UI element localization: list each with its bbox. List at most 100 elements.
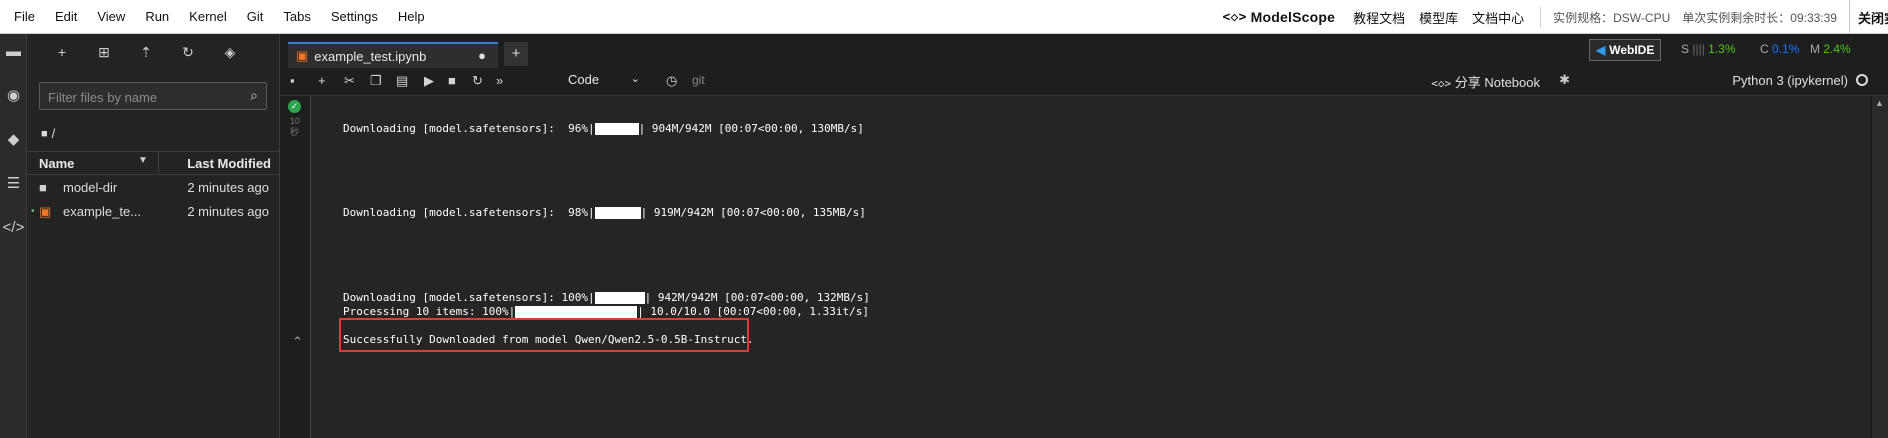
scroll-up-icon[interactable]: ▲ [1875,98,1884,108]
copy-icon[interactable]: ❐ [370,73,382,89]
kernel-name[interactable]: Python 3 (ipykernel) [1732,73,1848,88]
filter-files-input[interactable] [40,83,240,111]
menu-settings[interactable]: Settings [321,9,388,24]
file-name: example_te... [63,204,142,219]
paste-icon[interactable]: ▤ [396,73,408,89]
file-name: model-dir [63,180,118,195]
tab-example-test[interactable]: ▣ example_test.ipynb ● [288,42,498,68]
notebook-toolbar: ▪ + ✂ ❐ ▤ ▶ ■ ↻ » Code ⌄ ◷ git <◇> 分享 No… [280,68,1888,96]
list-icon[interactable]: ☰ [0,170,27,196]
filter-box: ⌕ [39,82,267,111]
resource-m-value: 2.4% [1823,42,1851,56]
file-row-example-test[interactable]: • ▣ example_te... 2 minutes ago [27,200,279,224]
code-icon[interactable]: </> [0,214,27,240]
menu-file[interactable]: File [4,9,45,24]
menu-help[interactable]: Help [388,9,435,24]
share-icon: <◇> [1431,77,1452,90]
menu-edit[interactable]: Edit [45,9,87,24]
restart-icon[interactable]: ↻ [472,73,483,89]
instance-spec: 实例规格：DSW-CPU [1553,10,1671,25]
menubar-right: <◇> ModelScope 教程文档 模型库 文档中心 实例规格：DSW-CP… [1223,0,1888,34]
git-icon[interactable]: ◆ [0,126,27,152]
unsaved-dot-icon[interactable]: ● [478,48,486,63]
modelscope-logo-text: ModelScope [1250,9,1336,25]
remaining-time: 单次实例剩余时长：09:33:39 [1682,10,1837,25]
execution-success-icon: ✓ [288,100,301,113]
output-line: Downloading [model.safetensors]: 96%| | 9… [343,122,864,135]
file-modified: 2 minutes ago [187,180,269,195]
column-divider [158,152,159,174]
column-last-modified[interactable]: Last Modified [187,156,271,171]
cut-icon[interactable]: ✂ [344,73,355,89]
resource-s: S |||| 1.3% [1681,42,1736,56]
stop-circle-icon[interactable]: ◉ [0,82,27,108]
upload-icon[interactable]: ⇡ [125,44,167,61]
link-model-library[interactable]: 模型库 [1419,8,1458,27]
cell-output[interactable]: Downloading [model.safetensors]: 96%| | 9… [310,96,1870,438]
breadcrumb[interactable]: ■ / [41,126,55,141]
notebook-icon: ▣ [39,204,52,219]
file-browser: + ⊞ ⇡ ↻ ◈ ⌕ ■ / Name ▼ Last Modified ■ m… [27,34,280,438]
cell-type-label: Code [568,72,600,87]
main-menu: File Edit View Run Kernel Git Tabs Setti… [0,0,435,33]
save-icon[interactable]: ▪ [290,73,295,88]
highlight-box [339,318,749,352]
chevron-down-icon: ⌄ [630,73,640,85]
output-line: Downloading [model.safetensors]: 100%| | … [343,291,870,304]
link-tutorial-docs[interactable]: 教程文档 [1353,8,1405,27]
add-tab-button[interactable]: + [504,42,528,66]
breadcrumb-path: / [51,126,56,141]
webide-button[interactable]: ◀ WebIDE [1589,39,1662,61]
debugger-icon[interactable]: ✱ [1559,72,1570,88]
resource-m: M 2.4% [1810,42,1851,56]
share-notebook-button[interactable]: <◇> 分享 Notebook [1431,72,1540,91]
output-line: Processing 10 items: 100%| | 10.0/10.0 [0… [343,305,869,318]
folder-icon: ■ [41,127,48,140]
menu-run[interactable]: Run [135,9,179,24]
modelscope-logo[interactable]: <◇> ModelScope [1223,9,1336,25]
vscode-icon: ◀ [1596,43,1606,57]
modelscope-logo-icon: <◇> [1222,9,1247,25]
sort-down-icon[interactable]: ▼ [138,155,148,166]
folder-icon[interactable]: ▬ [0,38,27,64]
collapse-output-icon[interactable]: ⌃ [292,334,303,350]
close-instance-button[interactable]: 关闭实例 [1848,0,1888,34]
progress-bar [594,207,641,219]
file-browser-toolbar: + ⊞ ⇡ ↻ ◈ [41,44,251,61]
cell-gutter: ✓ 10 秒 [280,96,310,438]
kernel-status-icon [1856,74,1868,86]
tab-label: example_test.ipynb [314,48,427,64]
webide-label: WebIDE [1609,43,1655,57]
notebook-icon: ▣ [296,48,309,63]
refresh-icon[interactable]: ↻ [167,44,209,61]
menu-view[interactable]: View [87,9,135,24]
progress-bar [594,123,639,135]
link-docs-center[interactable]: 文档中心 [1472,8,1524,27]
menubar-divider [1540,7,1542,27]
scrollbar[interactable]: ▲ [1872,96,1888,438]
progress-bar [594,292,645,304]
new-launcher-icon[interactable]: + [41,44,83,61]
fast-forward-icon[interactable]: » [496,73,503,88]
cell-type-select[interactable]: Code ⌄ [568,72,644,87]
execution-time: 10 秒 [290,116,301,137]
insert-cell-icon[interactable]: + [318,73,326,88]
run-icon[interactable]: ▶ [424,73,434,89]
notebook-panel: ✓ 10 秒 Downloading [model.safetensors]: … [280,96,1888,438]
new-folder-icon[interactable]: ⊞ [83,44,125,61]
progress-bar [515,306,638,318]
column-name[interactable]: Name [39,156,74,171]
git-clone-icon[interactable]: ◈ [209,44,251,61]
git-label[interactable]: git [692,73,705,87]
file-modified: 2 minutes ago [187,204,269,219]
output-line: Downloading [model.safetensors]: 98%| | 9… [343,206,866,219]
stop-icon[interactable]: ■ [448,73,456,88]
activity-bar: ▬ ◉ ◆ ☰ </> [0,34,27,438]
resource-s-value: 1.3% [1708,42,1736,56]
clock-icon[interactable]: ◷ [666,73,677,89]
folder-icon: ■ [39,180,47,195]
menu-git[interactable]: Git [237,9,274,24]
menu-tabs[interactable]: Tabs [273,9,320,24]
file-row-model-dir[interactable]: ■ model-dir 2 minutes ago [27,176,279,200]
menu-kernel[interactable]: Kernel [179,9,237,24]
